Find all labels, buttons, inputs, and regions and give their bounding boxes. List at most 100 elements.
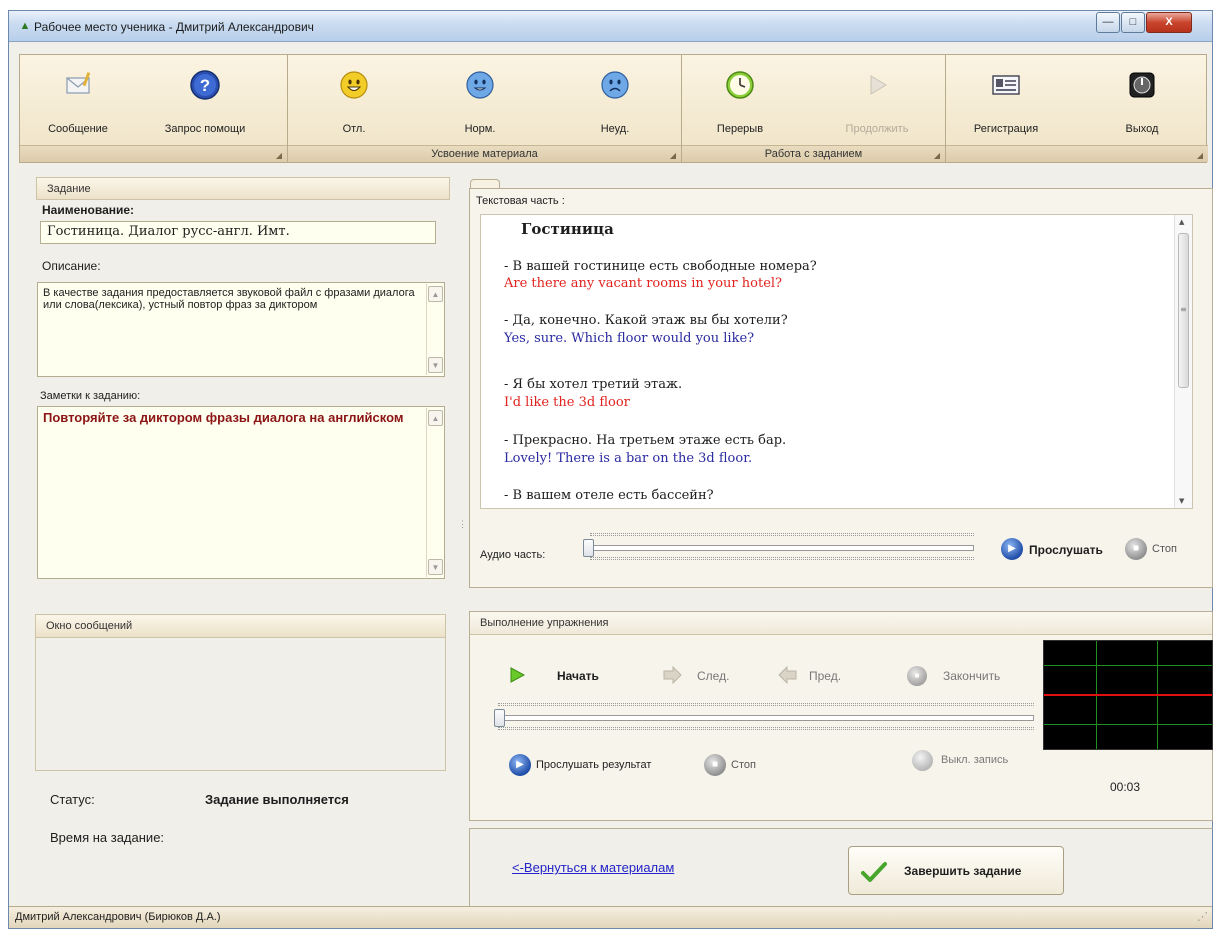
next-arrow-icon[interactable] <box>661 666 683 684</box>
scroll-down-icon[interactable]: ▼ <box>428 559 443 575</box>
status-label: Статус: <box>50 792 95 807</box>
dialog-document[interactable]: Гостиница - В вашей гостинице есть свобо… <box>480 214 1193 509</box>
result-stop-button[interactable]: Стоп <box>731 759 756 771</box>
close-button[interactable]: X <box>1146 12 1192 33</box>
status-bar: Дмитрий Александрович (Бирюков Д.А.) ⋰ <box>9 906 1212 928</box>
record-toggle-button[interactable]: Выкл. запись <box>941 754 1008 766</box>
ribbon-group-footer: ◢ <box>946 145 1208 162</box>
description-scrollbar[interactable]: ▲ ▼ <box>426 284 443 375</box>
listen-play-icon[interactable]: ▶ <box>1001 538 1023 560</box>
maximize-button[interactable]: □ <box>1121 12 1145 33</box>
right-panel: Текстовая часть : Гостиница - В вашей го… <box>469 179 1213 908</box>
resize-grip-icon[interactable]: ⋰ <box>1197 907 1208 928</box>
registration-button[interactable]: Регистрация <box>956 61 1056 141</box>
smiley-happy-icon <box>340 71 368 99</box>
task-notes-text: Повторяйте за диктором фразы диалога на … <box>43 410 404 425</box>
result-stop-icon[interactable]: ■ <box>704 754 726 776</box>
audio-slider-thumb[interactable] <box>583 539 594 557</box>
poor-button[interactable]: Неуд. <box>575 61 655 141</box>
splitter-handle[interactable]: ⋮ <box>458 520 467 545</box>
document-scrollbar[interactable]: ▲ ≡ ▼ <box>1174 215 1192 508</box>
prev-arrow-icon[interactable] <box>777 666 799 684</box>
registration-label: Регистрация <box>973 123 1039 135</box>
ribbon-group-communication: Сообщение ? Запрос помощи ◢ <box>20 55 288 162</box>
dialog-line-ru: - Я бы хотел третий этаж. <box>504 377 683 392</box>
start-button[interactable]: Начать <box>557 669 599 683</box>
excellent-button[interactable]: Отл. <box>314 61 394 141</box>
scroll-up-icon[interactable]: ▲ <box>428 410 443 426</box>
exercise-slider-track[interactable] <box>494 715 1034 721</box>
id-card-icon <box>992 75 1020 95</box>
task-actions-panel: <-Вернуться к материалам Завершить задан… <box>469 828 1213 908</box>
text-part-label: Текстовая часть : <box>476 195 565 207</box>
task-notes-field[interactable]: Повторяйте за диктором фразы диалога на … <box>37 406 445 579</box>
break-label: Перерыв <box>716 123 764 135</box>
task-name-field[interactable]: Гостиница. Диалог русс-англ. Имт. <box>40 221 436 244</box>
scroll-up-icon[interactable]: ▲ <box>1179 218 1184 226</box>
text-part-panel: Текстовая часть : Гостиница - В вашей го… <box>469 188 1213 588</box>
help-request-button[interactable]: ? Запрос помощи <box>160 61 250 141</box>
listen-button[interactable]: Прослушать <box>1029 543 1103 557</box>
dialog-line-ru: - В вашей гостинице есть свободные номер… <box>504 259 817 274</box>
audio-slider-ticks-top <box>590 533 974 536</box>
window-title: Рабочее место ученика - Дмитрий Александ… <box>34 20 314 34</box>
complete-task-label: Завершить задание <box>904 864 1022 878</box>
scroll-down-icon[interactable]: ▼ <box>1179 497 1184 505</box>
finish-exercise-button[interactable]: Закончить <box>943 669 1000 683</box>
exercise-slider-ticks-bottom <box>498 727 1034 730</box>
svg-text:?: ? <box>200 76 210 95</box>
dialog-line-ru: - Да, конечно. Какой этаж вы бы хотели? <box>504 313 788 328</box>
power-icon <box>1129 72 1155 98</box>
dialog-line-ru: - Прекрасно. На третьем этаже есть бар. <box>504 433 787 448</box>
dialog-line-en: Are there any vacant rooms in your hotel… <box>504 276 783 291</box>
audio-slider-ticks-bottom <box>590 557 974 560</box>
complete-task-button[interactable]: Завершить задание <box>848 846 1064 895</box>
prev-button[interactable]: Пред. <box>809 669 841 683</box>
exercise-slider-thumb[interactable] <box>494 709 505 727</box>
message-label: Сообщение <box>48 123 108 135</box>
task-description-field[interactable]: В качестве задания предоставляется звуко… <box>37 282 445 377</box>
messages-panel-header: Окно сообщений <box>36 615 445 638</box>
exercise-timer: 00:03 <box>1110 780 1141 794</box>
app-icon: ▲ <box>19 20 31 32</box>
record-toggle-icon[interactable] <box>912 750 933 771</box>
audio-slider-track[interactable] <box>583 545 974 551</box>
dialog-line-en: Yes, sure. Which floor would you like? <box>504 331 755 346</box>
break-button[interactable]: Перерыв <box>700 61 780 141</box>
scroll-up-icon[interactable]: ▲ <box>428 286 443 302</box>
stop-button[interactable]: Стоп <box>1152 543 1177 555</box>
app-window: ▲ Рабочее место ученика - Дмитрий Алекса… <box>8 10 1213 929</box>
exercise-slider-ticks-top <box>498 703 1034 706</box>
task-description-text: В качестве задания предоставляется звуко… <box>43 287 415 311</box>
assessment-group-title: Усвоение материала <box>431 148 538 160</box>
exit-button[interactable]: Выход <box>1102 61 1182 141</box>
back-to-materials-link[interactable]: <-Вернуться к материалам <box>512 860 674 875</box>
ribbon-toolbar: Сообщение ? Запрос помощи ◢ Отл. Норм. Н… <box>19 54 1208 163</box>
listen-result-play-icon[interactable]: ▶ <box>509 754 531 776</box>
minimize-button[interactable]: — <box>1096 12 1120 33</box>
normal-label: Норм. <box>464 123 496 135</box>
ribbon-group-session: Регистрация Выход ◢ <box>946 55 1208 162</box>
finish-stop-icon[interactable]: ■ <box>907 666 927 686</box>
audio-waveform-display <box>1043 640 1213 750</box>
question-icon: ? <box>190 70 220 100</box>
exit-label: Выход <box>1125 123 1159 135</box>
ribbon-group-assessment: Отл. Норм. Неуд. Усвоение материала ◢ <box>288 55 682 162</box>
listen-result-button[interactable]: Прослушать результат <box>536 759 651 771</box>
title-bar: ▲ Рабочее место ученика - Дмитрий Алекса… <box>9 11 1212 42</box>
message-button[interactable]: Сообщение <box>38 61 118 141</box>
dialog-line-en: I'd like the 3d floor <box>504 395 630 410</box>
task-work-group-title: Работа с заданием <box>764 148 863 160</box>
poor-label: Неуд. <box>600 123 630 135</box>
stop-icon[interactable]: ■ <box>1125 538 1147 560</box>
start-play-icon[interactable] <box>508 666 526 684</box>
notes-scrollbar[interactable]: ▲ ▼ <box>426 408 443 577</box>
dialog-line-ru: - В вашем отеле есть бассейн? <box>504 488 714 503</box>
scroll-down-icon[interactable]: ▼ <box>428 357 443 373</box>
next-button[interactable]: След. <box>697 669 729 683</box>
notes-label: Заметки к заданию: <box>40 390 141 402</box>
continue-button[interactable]: Продолжить <box>832 61 922 141</box>
waveform-line <box>1044 694 1212 696</box>
normal-button[interactable]: Норм. <box>440 61 520 141</box>
name-label: Наименование: <box>42 203 135 217</box>
